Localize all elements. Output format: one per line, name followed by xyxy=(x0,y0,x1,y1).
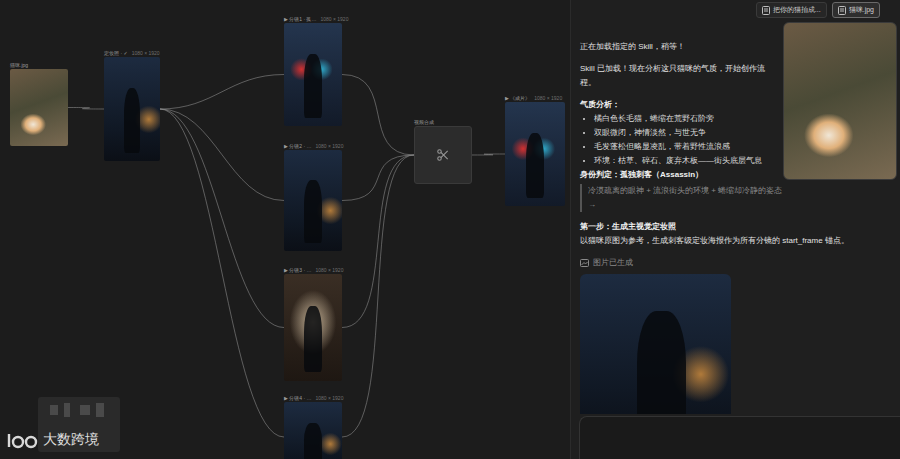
node-image[interactable] xyxy=(284,150,342,251)
image-preview[interactable] xyxy=(783,22,897,180)
node-canvas[interactable]: 猫咪.jpg定妆照 · ✓1080 × 1920▶ 分镜1 · 孤…1080 ×… xyxy=(0,0,570,459)
chat-panel: 把你的猫拍成... 猫咪.jpg 正在加载指定的 Skill，稍等！ Skill 已加… xyxy=(570,0,900,459)
figure xyxy=(304,306,321,372)
tool-box[interactable] xyxy=(414,126,472,184)
attachment-label: 猫咪.jpg xyxy=(849,5,874,15)
node-label: 定妆照 · ✓ 1080 × 1920 xyxy=(104,48,160,57)
node-label: 视频合成 xyxy=(414,117,472,126)
figure xyxy=(304,423,321,459)
node-meta: 1080 × 1920 xyxy=(320,16,348,22)
node-title: 猫咪.jpg xyxy=(10,62,28,68)
node-edge xyxy=(160,75,284,110)
node-image[interactable] xyxy=(104,57,160,161)
status-text: 图片已生成 xyxy=(593,256,633,270)
node-label: ▶ 分镜3 · … 1080 × 1920 xyxy=(284,265,342,274)
bullet-item: 毛发蓬松但略显凌乱，带着野性流浪感 xyxy=(594,140,794,154)
node-edge xyxy=(342,155,414,201)
brand-logo-icon xyxy=(6,430,40,450)
node-edge xyxy=(472,154,505,155)
bullet-item: 橘白色长毛猫，蜷缩在荒野石阶旁 xyxy=(594,112,794,126)
canvas-node[interactable]: 视频合成 xyxy=(414,117,472,184)
node-label: ▶ 分镜1 · 孤…1080 × 1920 xyxy=(284,14,342,23)
node-image[interactable] xyxy=(284,274,342,381)
message-heading: 第一步：生成主视觉定妆照 xyxy=(580,220,780,234)
figure xyxy=(637,311,685,414)
node-edge xyxy=(342,155,414,437)
attachment-chip[interactable]: 猫咪.jpg xyxy=(832,2,880,18)
node-meta: 1080 × 1920 xyxy=(315,143,343,149)
quote: 冷漠疏离的眼神 + 流浪街头的环境 + 蜷缩却冷静的姿态 → xyxy=(580,184,788,212)
figure xyxy=(124,88,141,152)
node-label: ▶ 分镜2 · … 1080 × 1920 xyxy=(284,141,342,150)
node-title: 定妆照 · ✓ xyxy=(104,50,128,56)
watermark: 大数跨境 xyxy=(6,430,99,450)
figure xyxy=(304,54,321,118)
node-image[interactable] xyxy=(284,23,342,126)
message-text: 以猫咪原图为参考，生成刺客级定妆海报作为所有分镜的 start_frame 锚点… xyxy=(580,234,880,248)
canvas-node[interactable]: ▶ 分镜3 · … 1080 × 1920 xyxy=(284,265,342,381)
node-meta: 1080 × 1920 xyxy=(534,95,562,101)
message-heading: 气质分析： xyxy=(580,98,780,112)
node-image[interactable] xyxy=(505,102,565,206)
node-image[interactable] xyxy=(284,402,342,459)
bullet-item: 双眼微闭，神情淡然，与世无争 xyxy=(594,126,794,140)
canvas-node[interactable]: ▶ 分镜1 · 孤…1080 × 1920 xyxy=(284,14,342,126)
canvas-node[interactable]: 定妆照 · ✓ 1080 × 1920 xyxy=(104,48,160,161)
minimap-node xyxy=(80,405,90,415)
generated-image[interactable] xyxy=(580,274,731,414)
node-edge xyxy=(160,109,284,437)
canvas-node[interactable]: ▶ 分镜2 · … 1080 × 1920 xyxy=(284,141,342,251)
node-label: 猫咪.jpg xyxy=(10,60,68,69)
scissors-icon xyxy=(436,148,450,162)
canvas-node[interactable]: 猫咪.jpg xyxy=(10,60,68,146)
canvas-node[interactable]: ▶ 《成片》 1080 × 1920 xyxy=(505,93,565,206)
node-image[interactable] xyxy=(10,69,68,146)
node-label: ▶ 分镜4 · … 1080 × 1920 xyxy=(284,393,342,402)
attachment-bar: 把你的猫拍成... 猫咪.jpg xyxy=(571,0,900,18)
app-window: 猫咪.jpg定妆照 · ✓1080 × 1920▶ 分镜1 · 孤…1080 ×… xyxy=(0,0,900,459)
node-title: 视频合成 xyxy=(414,119,434,125)
attachment-chip[interactable]: 把你的猫拍成... xyxy=(756,2,827,18)
minimap-node xyxy=(50,405,58,415)
canvas-node[interactable]: ▶ 分镜4 · … 1080 × 1920 xyxy=(284,393,342,459)
minimap-node xyxy=(64,403,70,417)
minimap-node xyxy=(96,403,104,417)
node-edge xyxy=(160,109,284,328)
node-title: ▶ 分镜2 · … xyxy=(284,143,311,149)
attachment-label: 把你的猫拍成... xyxy=(773,5,821,15)
node-meta: 1080 × 1920 xyxy=(132,50,160,56)
message-text: 正在加载指定的 Skill，稍等！ xyxy=(580,40,780,54)
message-text: Skill 已加载！现在分析这只猫咪的气质，开始创作流程。 xyxy=(580,62,780,90)
node-label: ▶ 《成片》 1080 × 1920 xyxy=(505,93,565,102)
node-title: ▶ 分镜1 · 孤… xyxy=(284,16,316,22)
watermark-text: 大数跨境 xyxy=(43,431,99,449)
status-line: 图片已生成 xyxy=(580,256,780,270)
figure xyxy=(304,180,321,243)
node-edge xyxy=(342,75,414,156)
node-meta: 1080 × 1920 xyxy=(315,267,343,273)
bullet-item: 环境：枯草、碎石、废弃木板——街头底层气息 xyxy=(594,154,794,168)
node-title: ▶ 分镜3 · … xyxy=(284,267,311,273)
node-edge xyxy=(68,108,104,110)
node-title: ▶ 《成片》 xyxy=(505,95,530,101)
node-meta: 1080 × 1920 xyxy=(315,395,343,401)
message-heading: 身份判定：孤独刺客（Assassin） xyxy=(580,168,780,182)
bullet-list: 橘白色长毛猫，蜷缩在荒野石阶旁双眼微闭，神情淡然，与世无争毛发蓬松但略显凌乱，带… xyxy=(580,112,794,168)
message-input[interactable] xyxy=(579,416,900,459)
figure xyxy=(526,133,544,197)
file-icon xyxy=(838,6,846,15)
node-title: ▶ 分镜4 · … xyxy=(284,395,311,401)
file-icon xyxy=(762,6,770,15)
image-icon xyxy=(580,259,589,267)
